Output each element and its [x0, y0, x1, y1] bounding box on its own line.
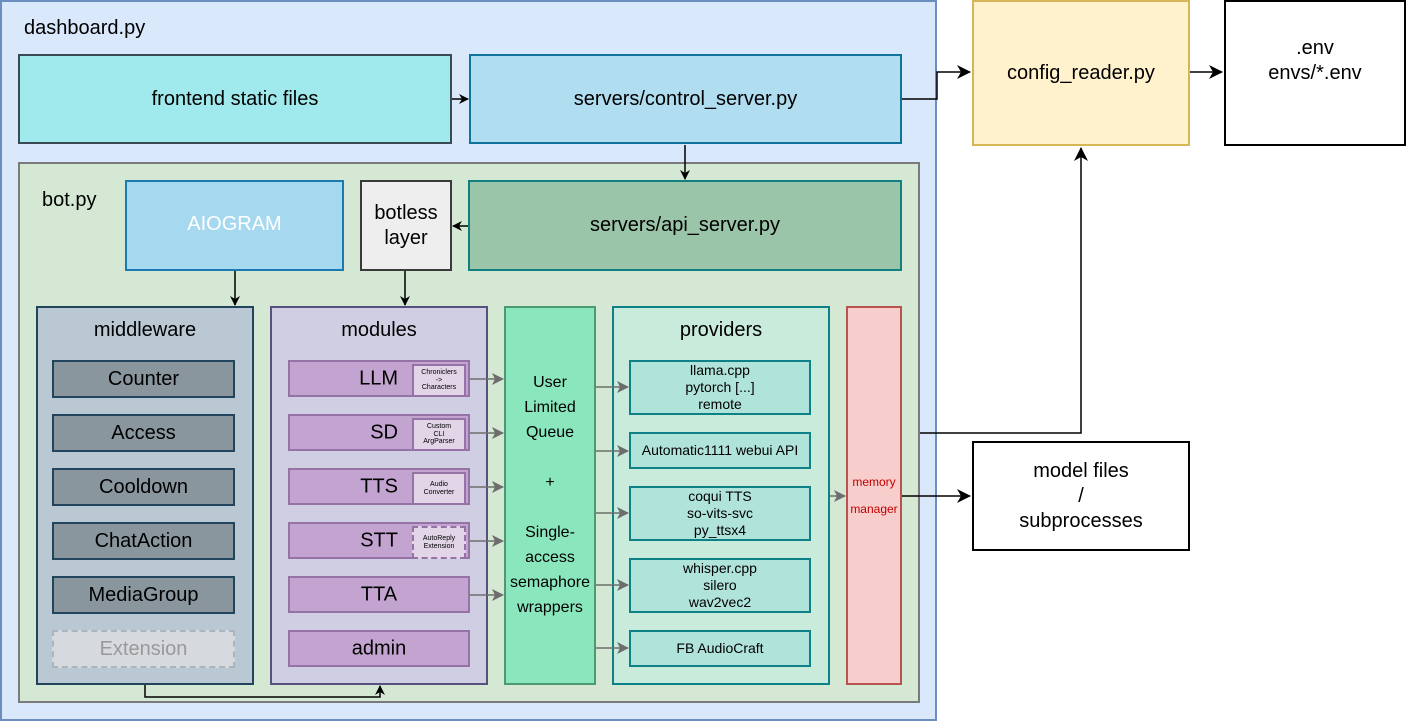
module-item-stt: STT AutoReply Extension	[288, 522, 470, 559]
module-submodule: Chroniclers -> Characters	[412, 364, 466, 397]
env-files-label: .env envs/*.env	[1268, 37, 1362, 84]
module-item-llm: LLM Chroniclers -> Characters	[288, 360, 470, 397]
provider-item: whisper.cpp silero wav2vec2	[629, 558, 811, 613]
module-item-tta: TTA	[288, 576, 470, 613]
middleware-item: Access	[52, 414, 235, 452]
module-item-tts: TTS Audio Converter	[288, 468, 470, 505]
module-submodule: AutoReply Extension	[412, 526, 466, 559]
module-submodule: Custom CLI ArgParser	[412, 418, 466, 451]
api-server-node: servers/api_server.py	[468, 180, 902, 271]
control-server-label: servers/control_server.py	[573, 87, 798, 110]
module-item-sd: SD Custom CLI ArgParser	[288, 414, 470, 451]
model-files-node: model files / subprocesses	[972, 441, 1190, 551]
provider-item: llama.cpp pytorch [...] remote	[629, 360, 811, 415]
provider-label: llama.cpp pytorch [...] remote	[685, 362, 755, 412]
bot-title: bot.py	[42, 189, 97, 211]
queue-label: User Limited Queue + Single- access sema…	[509, 374, 591, 616]
model-files-label: model files / subprocesses	[1019, 459, 1143, 532]
aiogram-node: AIOGRAM	[125, 180, 344, 271]
provider-label: FB AudioCraft	[676, 640, 764, 656]
module-name: admin	[351, 637, 407, 659]
middleware-item: ChatAction	[52, 522, 235, 560]
middleware-item-label: Cooldown	[99, 475, 188, 498]
edge-bot-config	[920, 147, 1088, 434]
middleware-item-label: Counter	[107, 367, 180, 390]
frontend-label: frontend static files	[151, 87, 319, 110]
middleware-item: MediaGroup	[52, 576, 235, 614]
module-name: LLM	[359, 367, 398, 389]
module-name: TTS	[360, 475, 398, 497]
middleware-title: middleware	[93, 319, 197, 341]
frontend-static-files-node: frontend static files	[18, 54, 452, 144]
modules-title: modules	[341, 319, 417, 341]
dashboard-title: dashboard.py	[24, 17, 146, 39]
control-server-node: servers/control_server.py	[469, 54, 902, 144]
module-item-admin: admin	[288, 630, 470, 667]
config-reader-node: config_reader.py	[972, 0, 1190, 146]
memory-manager-node: memory manager	[846, 306, 902, 685]
memory-manager-label: memory manager	[850, 474, 898, 516]
botless-label: botless layer	[374, 201, 438, 249]
provider-label: coqui TTS so-vits-svc py_ttsx4	[686, 488, 754, 538]
provider-label: whisper.cpp silero wav2vec2	[683, 560, 757, 610]
env-files-node: .env envs/*.env	[1224, 0, 1406, 146]
middleware-item: Cooldown	[52, 468, 235, 506]
config-reader-label: config_reader.py	[1007, 61, 1155, 84]
provider-item: FB AudioCraft	[629, 630, 811, 667]
provider-label: Automatic1111 webui API	[641, 442, 799, 458]
middleware-item-label: ChatAction	[94, 529, 193, 552]
middleware-item-extension: Extension	[52, 630, 235, 668]
provider-item: coqui TTS so-vits-svc py_ttsx4	[629, 486, 811, 541]
middleware-item-label: Extension	[99, 637, 188, 660]
module-submodule: Audio Converter	[412, 472, 466, 505]
middleware-item-label: Access	[111, 421, 176, 444]
provider-item: Automatic1111 webui API	[629, 432, 811, 469]
aiogram-label: AIOGRAM	[187, 213, 282, 235]
module-name: SD	[370, 421, 398, 443]
queue-wrapper-node: User Limited Queue + Single- access sema…	[504, 306, 596, 685]
botless-layer-node: botless layer	[360, 180, 452, 271]
middleware-item: Counter	[52, 360, 235, 398]
module-name: TTA	[360, 583, 398, 605]
module-name: STT	[360, 529, 398, 551]
middleware-item-label: MediaGroup	[88, 583, 199, 606]
api-server-label: servers/api_server.py	[589, 214, 781, 236]
providers-title: providers	[679, 319, 763, 341]
